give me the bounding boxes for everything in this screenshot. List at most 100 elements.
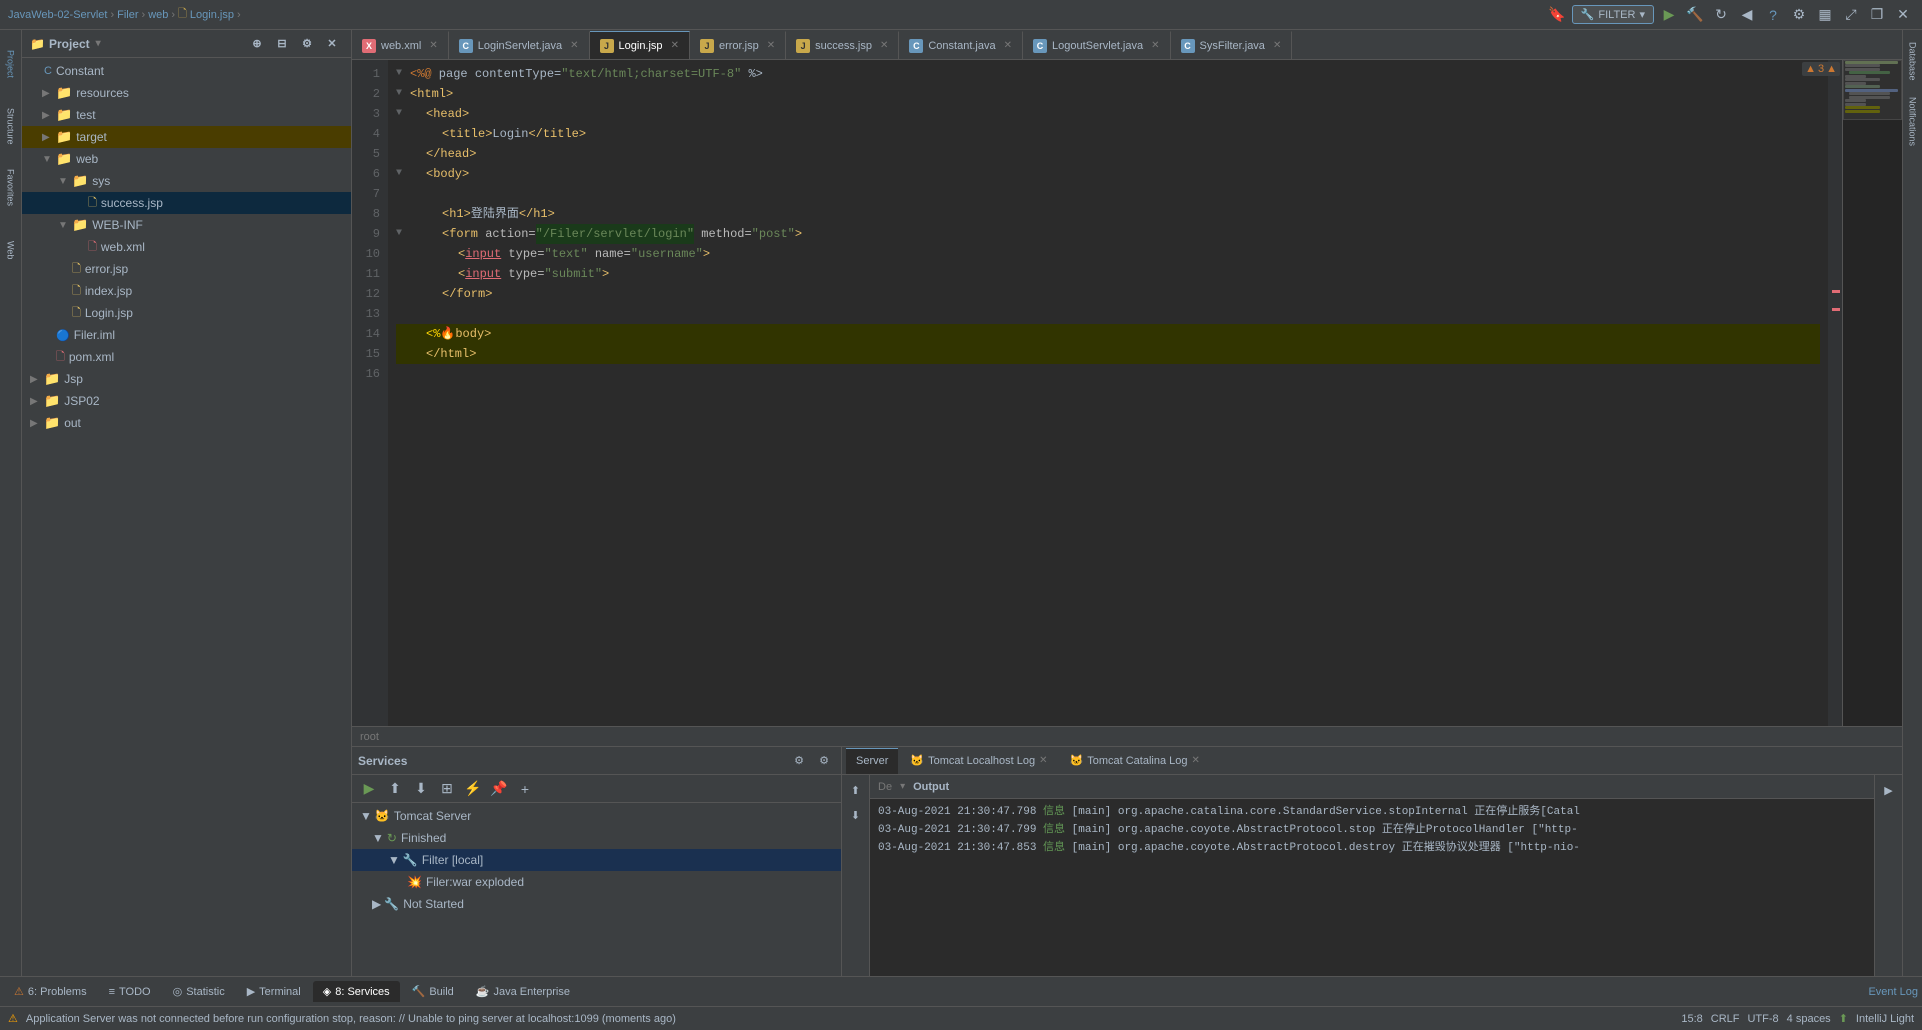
tab-close-icon[interactable]: ✕: [880, 40, 888, 51]
collapse-icon[interactable]: ⊟: [271, 33, 293, 55]
line-ending[interactable]: CRLF: [1711, 1013, 1740, 1025]
warn-count[interactable]: ▲ 3 ▲: [1802, 62, 1840, 76]
svc-tomcat-server[interactable]: ▼ 🐱 Tomcat Server: [352, 805, 841, 827]
tree-item-login-jsp[interactable]: 🗋 Login.jsp: [22, 302, 351, 324]
services-settings-icon[interactable]: ⚙: [788, 750, 810, 772]
side-tab-database[interactable]: Database: [1906, 34, 1920, 89]
tab-error-jsp[interactable]: J error.jsp ✕: [690, 31, 786, 59]
services-config-icon[interactable]: ⚙: [813, 750, 835, 772]
tree-item-sys[interactable]: ▼ 📁 sys: [22, 170, 351, 192]
restore-icon[interactable]: ❐: [1866, 4, 1888, 26]
scroll-down-icon[interactable]: ⬇: [845, 804, 867, 826]
statistic-icon: ◎: [173, 985, 183, 998]
bc-project[interactable]: JavaWeb-02-Servlet: [8, 9, 107, 21]
btm-tab-services[interactable]: ◈ 8: Services: [313, 981, 400, 1002]
tab-close-icon[interactable]: ✕: [767, 40, 775, 51]
nav-back-icon[interactable]: ◀: [1736, 4, 1758, 26]
log-scroll-right-icon[interactable]: ▶: [1878, 779, 1900, 801]
tree-item-constant[interactable]: C Constant: [22, 60, 351, 82]
reload-icon[interactable]: ↻: [1710, 4, 1732, 26]
minimap: [1842, 60, 1902, 726]
theme-name[interactable]: IntelliJ Light: [1856, 1013, 1914, 1025]
bc-filer[interactable]: Filer: [117, 9, 138, 21]
encoding[interactable]: UTF-8: [1747, 1013, 1778, 1025]
expand-icon[interactable]: ⤢: [1840, 4, 1862, 26]
vtab-web[interactable]: Web: [1, 220, 21, 280]
run-all-icon[interactable]: ▶: [358, 778, 380, 800]
log-tab-localhost[interactable]: 🐱 Tomcat Localhost Log ✕: [900, 748, 1057, 774]
run-icon[interactable]: ▶: [1658, 4, 1680, 26]
tab-success-jsp[interactable]: J success.jsp ✕: [786, 31, 899, 59]
tab-constant-java[interactable]: C Constant.java ✕: [899, 31, 1023, 59]
svc-finished[interactable]: ▼ ↻ Finished: [352, 827, 841, 849]
tab-close-icon[interactable]: ✕: [570, 40, 578, 51]
tab-logoutservlet[interactable]: C LogoutServlet.java ✕: [1023, 31, 1171, 59]
tree-item-out[interactable]: ▶ 📁 out: [22, 412, 351, 434]
tab-close-icon[interactable]: ✕: [1192, 755, 1200, 766]
tab-sysfilter[interactable]: C SysFilter.java ✕: [1171, 31, 1293, 59]
btm-tab-todo[interactable]: ≡ TODO: [99, 982, 161, 1002]
bookmark-icon[interactable]: 🔖: [1546, 4, 1568, 26]
tab-web-xml[interactable]: X web.xml ✕: [352, 31, 449, 59]
pin-icon[interactable]: 📌: [488, 778, 510, 800]
btm-tab-statistic[interactable]: ◎ Statistic: [163, 981, 235, 1002]
locate-icon[interactable]: ⊕: [246, 33, 268, 55]
project-settings-icon[interactable]: ⚙: [296, 33, 318, 55]
project-close-icon[interactable]: ✕: [321, 33, 343, 55]
settings-icon[interactable]: ⚙: [1788, 4, 1810, 26]
vtab-project[interactable]: Project: [1, 34, 21, 94]
event-log-link[interactable]: Event Log: [1868, 986, 1918, 998]
tree-item-index-jsp[interactable]: 🗋 index.jsp: [22, 280, 351, 302]
tree-item-web[interactable]: ▼ 📁 web: [22, 148, 351, 170]
chevron-down-icon[interactable]: ▾: [900, 781, 905, 792]
tab-close-icon[interactable]: ✕: [1039, 755, 1047, 766]
close-icon[interactable]: ✕: [1892, 4, 1914, 26]
help-icon[interactable]: ?: [1762, 4, 1784, 26]
add-svc-icon[interactable]: +: [514, 778, 536, 800]
tree-item-test[interactable]: ▶ 📁 test: [22, 104, 351, 126]
btm-tab-java-enterprise[interactable]: ☕ Java Enterprise: [466, 981, 580, 1002]
align-bottom-icon[interactable]: ⬇: [410, 778, 432, 800]
side-tab-notifications[interactable]: Notifications: [1906, 89, 1920, 154]
tab-loginservlet[interactable]: C LoginServlet.java ✕: [449, 31, 590, 59]
align-top-icon[interactable]: ⬆: [384, 778, 406, 800]
bc-web[interactable]: web: [148, 9, 168, 21]
tree-item-jsp[interactable]: ▶ 📁 Jsp: [22, 368, 351, 390]
tab-login-jsp[interactable]: J Login.jsp ✕: [590, 31, 690, 59]
log-tab-server[interactable]: Server: [846, 748, 898, 774]
minimap-viewport[interactable]: [1843, 60, 1902, 120]
scroll-up-icon[interactable]: ⬆: [845, 779, 867, 801]
vtab-structure[interactable]: Structure: [1, 96, 21, 156]
tab-close-icon[interactable]: ✕: [1151, 40, 1159, 51]
tree-item-filer-iml[interactable]: 🔵 Filer.iml: [22, 324, 351, 346]
code-content[interactable]: ▼ <%@ page contentType="text/html;charse…: [388, 60, 1828, 726]
bc-login-jsp[interactable]: Login.jsp: [190, 9, 234, 21]
svc-filter-local[interactable]: ▼ 🔧 Filter [local]: [352, 849, 841, 871]
tab-close-icon[interactable]: ✕: [429, 40, 437, 51]
layout-icon[interactable]: ▦: [1814, 4, 1836, 26]
tree-item-target[interactable]: ▶ 📁 target: [22, 126, 351, 148]
btm-tab-build[interactable]: 🔨 Build: [402, 981, 464, 1002]
tree-item-pom-xml[interactable]: 🗋 pom.xml: [22, 346, 351, 368]
svc-filer-war[interactable]: 💥 Filer:war exploded: [352, 871, 841, 893]
btm-tab-problems[interactable]: ⚠ 6: Problems: [4, 981, 97, 1002]
tree-item-web-inf[interactable]: ▼ 📁 WEB-INF: [22, 214, 351, 236]
svc-not-started[interactable]: ▶ 🔧 Not Started: [352, 893, 841, 915]
vtab-favorites[interactable]: Favorites: [1, 158, 21, 218]
tab-close-icon[interactable]: ✕: [671, 40, 679, 51]
cursor-position[interactable]: 15:8: [1681, 1013, 1702, 1025]
tab-close-icon[interactable]: ✕: [1004, 40, 1012, 51]
log-tab-catalina[interactable]: 🐱 Tomcat Catalina Log ✕: [1060, 748, 1210, 774]
tree-item-success-jsp[interactable]: 🗋 success.jsp: [22, 192, 351, 214]
indent-setting[interactable]: 4 spaces: [1787, 1013, 1831, 1025]
tab-close-icon[interactable]: ✕: [1273, 40, 1281, 51]
filter-button[interactable]: 🔧 FILTER ▾: [1572, 5, 1654, 24]
tree-item-web-xml[interactable]: 🗋 web.xml: [22, 236, 351, 258]
tree-item-jsp02[interactable]: ▶ 📁 JSP02: [22, 390, 351, 412]
group-icon[interactable]: ⊞: [436, 778, 458, 800]
tree-item-resources[interactable]: ▶ 📁 resources: [22, 82, 351, 104]
tree-item-error-jsp[interactable]: 🗋 error.jsp: [22, 258, 351, 280]
filter-svc-icon[interactable]: ⚡: [462, 778, 484, 800]
build-icon[interactable]: 🔨: [1684, 4, 1706, 26]
btm-tab-terminal[interactable]: ▶ Terminal: [237, 981, 311, 1002]
